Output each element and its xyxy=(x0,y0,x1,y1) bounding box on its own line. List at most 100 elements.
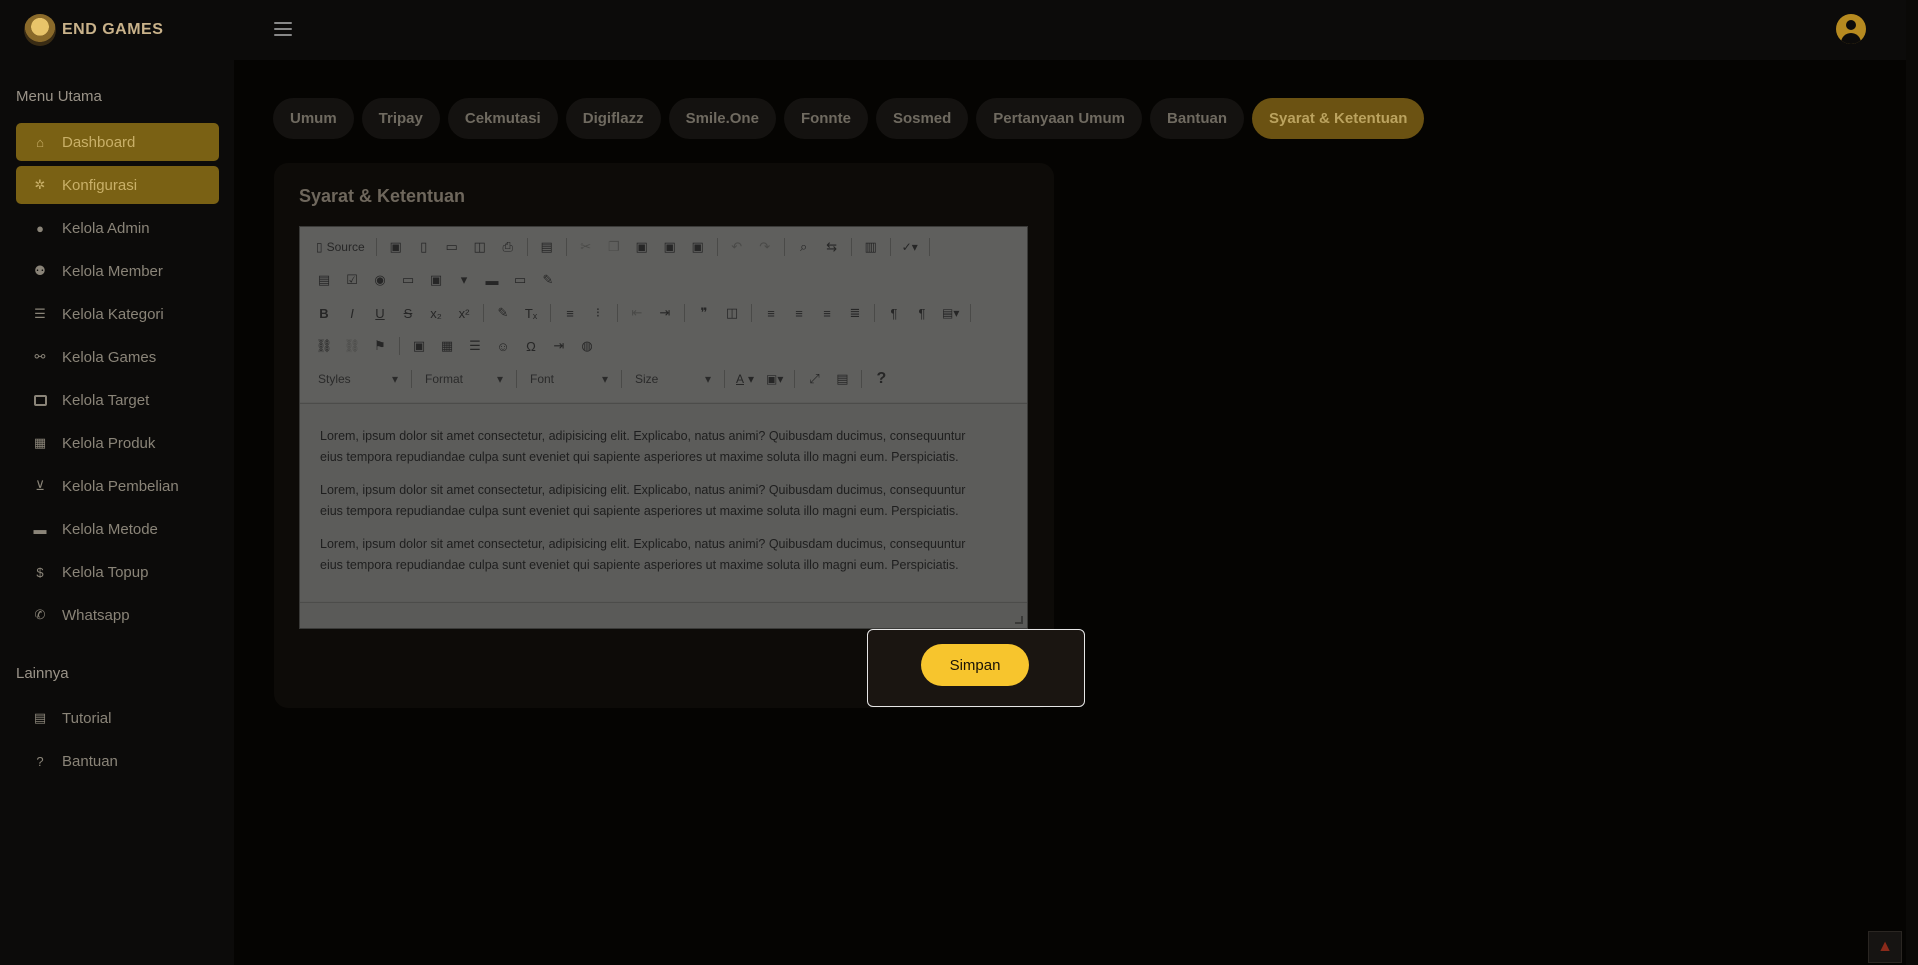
link-icon[interactable]: ⛓ xyxy=(312,335,336,357)
sidebar-item-kelola-target[interactable]: Kelola Target xyxy=(16,381,219,419)
user-avatar-icon[interactable] xyxy=(1836,14,1866,44)
styles-dropdown[interactable]: Styles ▾ xyxy=(312,368,404,390)
language-icon[interactable]: ▤▾ xyxy=(938,302,963,324)
blockquote-icon[interactable]: ❞ xyxy=(692,302,716,324)
tab-umum[interactable]: Umum xyxy=(273,98,354,139)
align-right-icon[interactable]: ≡ xyxy=(815,302,839,324)
table-insert-icon[interactable]: ▦ xyxy=(435,335,459,357)
tab-pertanyaan-umum[interactable]: Pertanyaan Umum xyxy=(976,98,1143,139)
italic-icon[interactable]: I xyxy=(340,302,364,324)
div-container-icon[interactable]: ◫ xyxy=(720,302,744,324)
checkbox-icon[interactable]: ☑ xyxy=(340,269,364,291)
horizontal-line-icon[interactable]: ☰ xyxy=(463,335,487,357)
sidebar-item-tutorial[interactable]: ▤ Tutorial xyxy=(16,699,219,737)
anchor-icon[interactable]: ⚑ xyxy=(368,335,392,357)
sidebar-item-kelola-topup[interactable]: $ Kelola Topup xyxy=(16,553,219,591)
tab-cekmutasi[interactable]: Cekmutasi xyxy=(447,98,558,139)
justify-icon[interactable]: ≣ xyxy=(843,302,867,324)
text-color-icon[interactable]: A ▾ xyxy=(732,368,758,390)
sidebar-item-kelola-member[interactable]: ⚉ Kelola Member xyxy=(16,252,219,290)
textarea-icon[interactable]: ▣ xyxy=(424,269,448,291)
subscript-icon[interactable]: x₂ xyxy=(424,302,448,324)
redo-icon[interactable]: ↷ xyxy=(753,236,777,258)
hidden-field-icon[interactable]: ✎ xyxy=(536,269,560,291)
image-button-icon[interactable]: ▭ xyxy=(508,269,532,291)
align-center-icon[interactable]: ≡ xyxy=(787,302,811,324)
sidebar-item-kelola-admin[interactable]: ● Kelola Admin xyxy=(16,209,219,247)
indent-icon[interactable]: ⇥ xyxy=(653,302,677,324)
textfield-icon[interactable]: ▭ xyxy=(396,269,420,291)
outdent-icon[interactable]: ⇤ xyxy=(625,302,649,324)
export-pdf-icon[interactable]: ▭ xyxy=(440,236,464,258)
button-field-icon[interactable]: ▬ xyxy=(480,269,504,291)
find-icon[interactable]: ⌕ xyxy=(792,236,816,258)
select-all-icon[interactable]: ▥ xyxy=(859,236,883,258)
background-color-icon[interactable]: ▣▾ xyxy=(762,368,787,390)
tab-digiflazz[interactable]: Digiflazz xyxy=(565,98,661,139)
sidebar-item-dashboard[interactable]: ⌂ Dashboard xyxy=(16,123,219,161)
sidebar-item-kelola-produk[interactable]: ▦ Kelola Produk xyxy=(16,424,219,462)
editor-content[interactable]: Lorem, ipsum dolor sit amet consectetur,… xyxy=(300,403,1027,601)
tab-bantuan[interactable]: Bantuan xyxy=(1150,98,1245,139)
print-icon[interactable]: ⎙ xyxy=(496,236,520,258)
sidebar-item-bantuan[interactable]: ? Bantuan xyxy=(16,742,219,780)
sidebar-item-kelola-kategori[interactable]: ☰ Kelola Kategori xyxy=(16,295,219,333)
help-icon[interactable]: ? xyxy=(869,368,893,390)
sidebar-item-kelola-pembelian[interactable]: ⊻ Kelola Pembelian xyxy=(16,467,219,505)
radio-icon[interactable]: ◉ xyxy=(368,269,392,291)
tab-tripay[interactable]: Tripay xyxy=(361,98,440,139)
iframe-icon[interactable]: ◍ xyxy=(575,335,599,357)
ltr-icon[interactable]: ¶ xyxy=(882,302,906,324)
paste-text-icon[interactable]: ▣ xyxy=(658,236,682,258)
save-icon[interactable]: ▣ xyxy=(384,236,408,258)
templates-icon[interactable]: ▤ xyxy=(535,236,559,258)
cut-icon[interactable]: ✂ xyxy=(574,236,598,258)
tab-syarat-ketentuan[interactable]: Syarat & Ketentuan xyxy=(1252,98,1425,139)
copy-icon[interactable]: ❐ xyxy=(602,236,626,258)
scrollbar[interactable] xyxy=(1906,0,1918,965)
paste-word-icon[interactable]: ▣ xyxy=(686,236,710,258)
bold-icon[interactable]: B xyxy=(312,302,336,324)
paste-icon[interactable]: ▣ xyxy=(630,236,654,258)
sidebar-item-whatsapp[interactable]: ✆ Whatsapp xyxy=(16,596,219,634)
font-dropdown[interactable]: Font ▾ xyxy=(524,368,614,390)
size-dropdown[interactable]: Size ▾ xyxy=(629,368,717,390)
format-dropdown[interactable]: Format ▾ xyxy=(419,368,509,390)
sidebar-item-konfigurasi[interactable]: ✲ Konfigurasi xyxy=(16,166,219,204)
select-field-icon[interactable]: ▾ xyxy=(452,269,476,291)
sidebar-item-label: Kelola Target xyxy=(62,391,150,409)
underline-icon[interactable]: U xyxy=(368,302,392,324)
show-blocks-icon[interactable]: ▤ xyxy=(830,368,854,390)
spellcheck-icon[interactable]: ✓▾ xyxy=(898,236,922,258)
tab-sosmed[interactable]: Sosmed xyxy=(875,98,969,139)
save-button[interactable]: Simpan xyxy=(921,644,1029,686)
page-break-icon[interactable]: ⇥ xyxy=(547,335,571,357)
brand-logo[interactable]: END GAMES xyxy=(24,14,163,46)
preview-icon[interactable]: ◫ xyxy=(468,236,492,258)
maximize-icon[interactable]: ⤢ xyxy=(802,368,826,390)
tab-smile-one[interactable]: Smile.One xyxy=(668,98,776,139)
rtl-icon[interactable]: ¶ xyxy=(910,302,934,324)
smiley-icon[interactable]: ☺ xyxy=(491,335,515,357)
tab-fonnte[interactable]: Fonnte xyxy=(783,98,868,139)
copy-format-icon[interactable]: ✎ xyxy=(491,302,515,324)
special-char-icon[interactable]: Ω xyxy=(519,335,543,357)
flame-icon[interactable]: ▲ xyxy=(1868,931,1902,963)
image-icon[interactable]: ▣ xyxy=(407,335,431,357)
form-icon[interactable]: ▤ xyxy=(312,269,336,291)
strike-icon[interactable]: S xyxy=(396,302,420,324)
sidebar-item-kelola-metode[interactable]: ▬ Kelola Metode xyxy=(16,510,219,548)
remove-format-icon[interactable]: Tₓ xyxy=(519,302,543,324)
new-page-icon[interactable]: ▯ xyxy=(412,236,436,258)
bulleted-list-icon[interactable]: ⁝ xyxy=(586,302,610,324)
undo-icon[interactable]: ↶ xyxy=(725,236,749,258)
source-button[interactable]: ▯ Source xyxy=(312,236,369,258)
menu-toggle-icon[interactable] xyxy=(274,22,292,36)
resize-handle-icon[interactable] xyxy=(1015,616,1023,624)
replace-icon[interactable]: ⇆ xyxy=(820,236,844,258)
unlink-icon[interactable]: ⛓ xyxy=(340,335,364,357)
superscript-icon[interactable]: x² xyxy=(452,302,476,324)
align-left-icon[interactable]: ≡ xyxy=(759,302,783,324)
numbered-list-icon[interactable]: ≡ xyxy=(558,302,582,324)
sidebar-item-kelola-games[interactable]: ⚯ Kelola Games xyxy=(16,338,219,376)
